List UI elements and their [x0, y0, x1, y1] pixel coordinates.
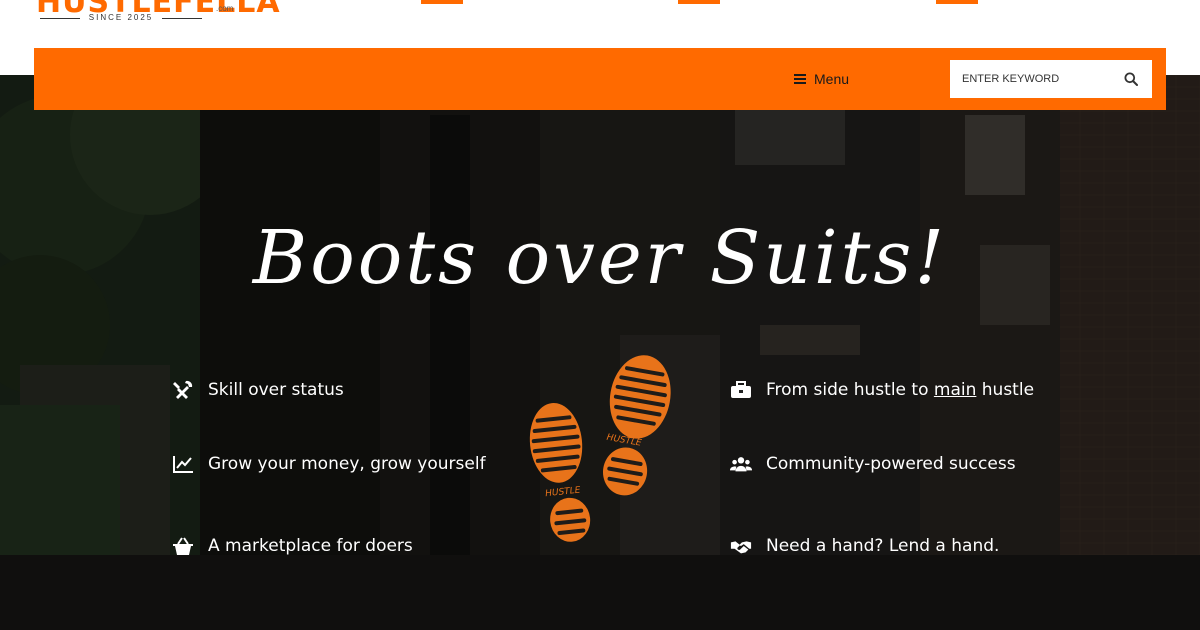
search-box	[950, 60, 1152, 98]
menu-label: Menu	[814, 71, 850, 87]
feature-text: Need a hand? Lend a hand.	[766, 536, 1000, 556]
basket-icon	[173, 537, 193, 555]
top-nav-tab-3[interactable]	[936, 0, 978, 4]
search-icon[interactable]	[1124, 72, 1138, 86]
hamburger-icon	[794, 74, 806, 84]
top-nav-tab-2[interactable]	[678, 0, 720, 4]
boot-print-label: HUSTLE	[545, 486, 581, 500]
feature-text: From side hustle to main hustle	[766, 380, 1034, 400]
menu-toggle-button[interactable]: Menu	[794, 68, 849, 90]
main-navbar: Menu	[34, 48, 1166, 110]
feature-text-before: From side hustle to	[766, 380, 934, 400]
feature-skill: Skill over status	[172, 380, 344, 400]
briefcase-icon	[731, 381, 751, 398]
feature-text: Community-powered success	[766, 454, 1016, 474]
logo-domain: .com	[216, 4, 234, 13]
top-nav-tab-1[interactable]	[421, 0, 463, 4]
hero-title: Boots over Suits!	[252, 215, 948, 301]
logo-tagline: SINCE 2025	[36, 13, 206, 22]
chart-line-icon	[173, 456, 193, 473]
boot-prints-icon: HUSTLE HUSTLE	[529, 355, 671, 542]
feature-lend-hand: Need a hand? Lend a hand.	[730, 536, 999, 556]
feature-text: Skill over status	[208, 380, 344, 400]
feature-text-after: hustle	[976, 380, 1035, 400]
feature-community: Community-powered success	[730, 454, 1016, 474]
main-hustle-link[interactable]: main	[934, 380, 976, 400]
feature-side-hustle: From side hustle to main hustle	[730, 380, 1034, 400]
feature-marketplace: A marketplace for doers	[172, 536, 413, 556]
feature-text: A marketplace for doers	[208, 536, 413, 556]
handshake-icon	[730, 541, 752, 554]
search-input[interactable]	[950, 60, 1120, 98]
site-logo[interactable]: HUSTLEFELLA .com SINCE 2025	[36, 0, 280, 28]
users-icon	[730, 457, 752, 472]
tools-icon	[173, 380, 193, 399]
hero-section: Boots over Suits! Skill over status Grow…	[0, 75, 1200, 630]
feature-grow: Grow your money, grow yourself	[172, 454, 486, 474]
feature-text: Grow your money, grow yourself	[208, 454, 486, 474]
